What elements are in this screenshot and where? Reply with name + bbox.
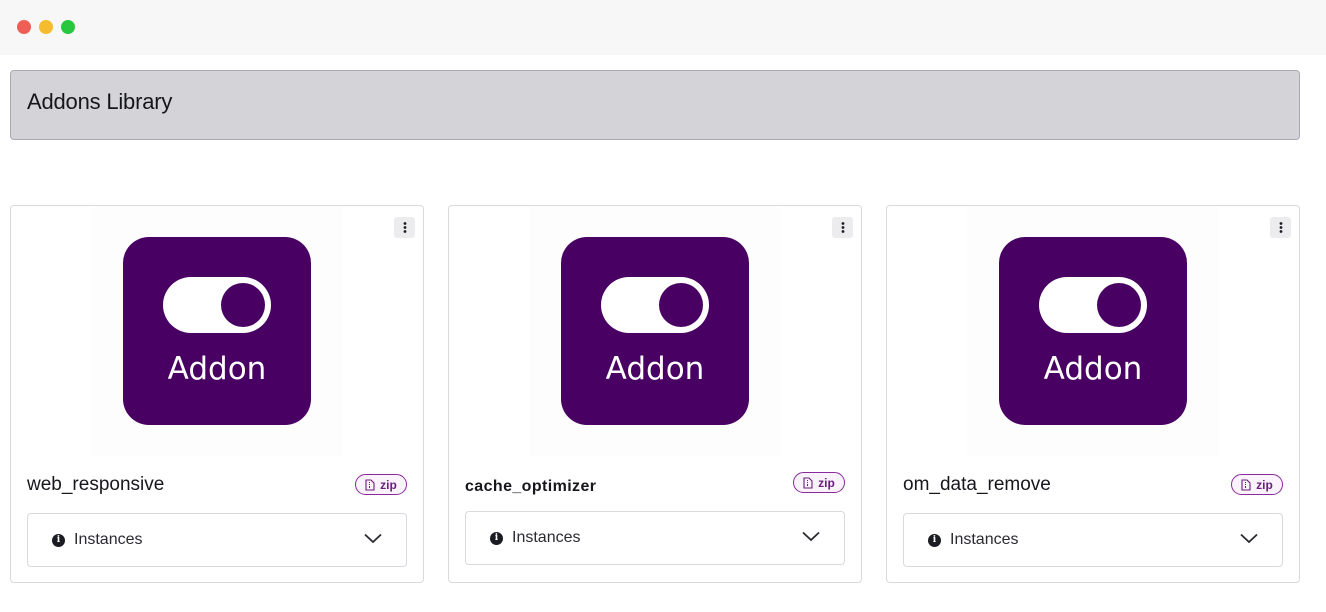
instances-label: Instances xyxy=(74,531,143,548)
file-archive-icon xyxy=(1241,478,1251,491)
page-title: Addons Library xyxy=(27,89,173,114)
card-menu-button[interactable] xyxy=(832,217,853,238)
chevron-down-icon xyxy=(802,531,820,542)
window-titlebar xyxy=(0,0,1326,55)
zip-badge[interactable]: zip xyxy=(793,472,845,493)
addon-card: Addon cache_optimizer zip i Instances xyxy=(448,205,862,583)
instances-label: Instances xyxy=(512,529,581,546)
instances-accordion[interactable]: i Instances xyxy=(465,511,845,565)
kebab-menu-icon xyxy=(841,222,844,233)
info-circle-icon: i xyxy=(52,534,65,547)
maximize-window-button[interactable] xyxy=(61,20,75,34)
zip-badge-label: zip xyxy=(1256,477,1273,492)
kebab-menu-icon xyxy=(403,222,406,233)
addon-name: web_responsive xyxy=(27,474,165,495)
addon-logo: Addon xyxy=(999,237,1187,425)
addon-name: om_data_remove xyxy=(903,474,1051,495)
addon-card: Addon web_responsive zip i Instances xyxy=(10,205,424,583)
toggle-icon xyxy=(601,277,709,333)
kebab-menu-icon xyxy=(1279,222,1282,233)
instances-accordion[interactable]: i Instances xyxy=(27,513,407,567)
zip-badge-label: zip xyxy=(380,477,397,492)
addon-name: cache_optimizer xyxy=(465,478,597,495)
chevron-down-icon xyxy=(364,533,382,544)
addon-logo: Addon xyxy=(123,237,311,425)
info-circle-icon: i xyxy=(490,532,503,545)
addon-logo-text: Addon xyxy=(1043,351,1143,387)
info-circle-icon: i xyxy=(928,534,941,547)
file-archive-icon xyxy=(365,478,375,491)
addon-logo: Addon xyxy=(561,237,749,425)
file-archive-icon xyxy=(803,476,813,489)
zip-badge[interactable]: zip xyxy=(355,474,407,495)
close-window-button[interactable] xyxy=(17,20,31,34)
toggle-icon xyxy=(163,277,271,333)
addon-logo-text: Addon xyxy=(605,351,705,387)
card-menu-button[interactable] xyxy=(394,217,415,238)
instances-accordion[interactable]: i Instances xyxy=(903,513,1283,567)
chevron-down-icon xyxy=(1240,533,1258,544)
instances-label: Instances xyxy=(950,531,1019,548)
zip-badge-label: zip xyxy=(818,475,835,490)
minimize-window-button[interactable] xyxy=(39,20,53,34)
page-header: Addons Library xyxy=(10,70,1300,140)
addon-card: Addon om_data_remove zip i Instances xyxy=(886,205,1300,583)
card-menu-button[interactable] xyxy=(1270,217,1291,238)
toggle-icon xyxy=(1039,277,1147,333)
zip-badge[interactable]: zip xyxy=(1231,474,1283,495)
addon-logo-text: Addon xyxy=(167,351,267,387)
